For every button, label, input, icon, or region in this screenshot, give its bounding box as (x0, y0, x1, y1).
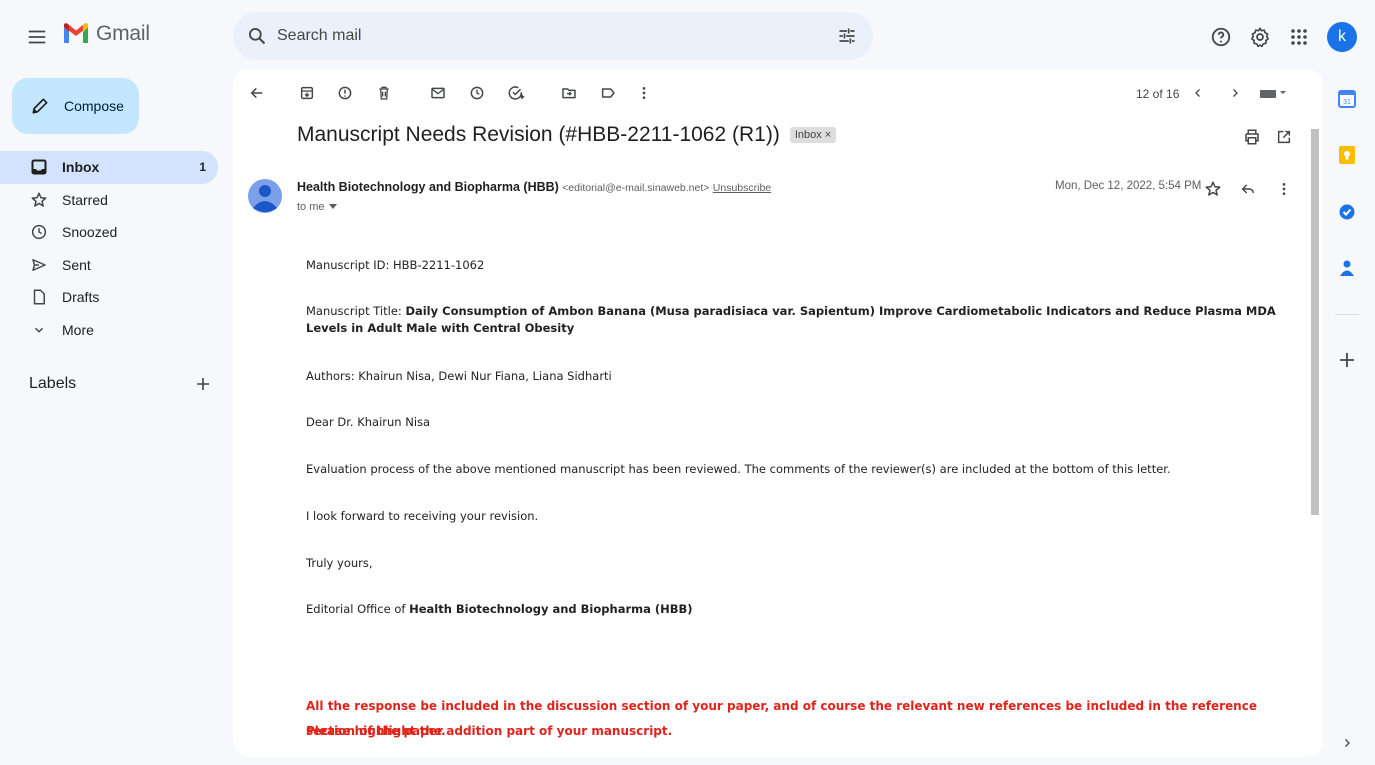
report-spam-icon[interactable] (333, 81, 357, 105)
contacts-icon[interactable] (1337, 258, 1357, 278)
sidebar-nav: Inbox 1 Starred Snoozed Sent Drafts More (0, 151, 218, 346)
recipients-toggle[interactable]: to me (297, 201, 337, 213)
sender-email: <editorial@e-mail.sinaweb.net> (562, 182, 710, 194)
sidebar-item-label: Snoozed (62, 224, 118, 241)
sidebar-item-more[interactable]: More (0, 314, 218, 347)
body-forward: I look forward to receiving your revisio… (306, 509, 539, 523)
tasks-icon[interactable] (1337, 202, 1357, 222)
sidebar-item-label: More (62, 321, 94, 338)
search-icon[interactable] (247, 26, 267, 46)
unsubscribe-link[interactable]: Unsubscribe (713, 182, 771, 194)
labels-title: Labels (29, 375, 77, 392)
body-closing: Truly yours, (306, 556, 373, 570)
search-bar[interactable]: Search mail (233, 12, 873, 60)
label-tag-icon[interactable] (596, 81, 620, 105)
title-prefix: Manuscript Title: (306, 304, 406, 318)
older-chevron-right-icon[interactable] (1223, 81, 1247, 105)
compose-label: Compose (64, 98, 124, 114)
star-icon (30, 191, 48, 209)
mark-unread-icon[interactable] (426, 81, 450, 105)
sidebar-item-label: Sent (62, 256, 91, 273)
app-name: Gmail (96, 22, 150, 45)
sidebar-item-label: Starred (62, 191, 108, 208)
labels-header: Labels (29, 375, 211, 393)
snooze-clock-icon[interactable] (465, 81, 489, 105)
sidebar-item-starred[interactable]: Starred (0, 184, 218, 217)
sender-avatar[interactable] (247, 176, 282, 216)
search-input[interactable]: Search mail (277, 27, 837, 45)
signature-org: Health Biotechnology and Biopharma (HBB) (409, 602, 693, 616)
sidebar-item-sent[interactable]: Sent (0, 249, 218, 282)
body-authors: Authors: Khairun Nisa, Dewi Nur Fiana, L… (306, 369, 612, 383)
add-to-tasks-icon[interactable] (504, 81, 528, 105)
recipient-text: to me (297, 201, 325, 213)
body-manuscript-title: Manuscript Title: Daily Consumption of A… (306, 303, 1276, 337)
message-toolbar: 12 of 16 (233, 81, 1323, 107)
input-tools-keyboard-icon[interactable] (1256, 81, 1290, 105)
sidebar-item-label: Drafts (62, 289, 100, 306)
clock-icon (30, 223, 48, 241)
send-icon (30, 256, 48, 274)
sidebar-item-snoozed[interactable]: Snoozed (0, 216, 218, 249)
calendar-icon[interactable]: 31 (1337, 89, 1357, 109)
account-avatar[interactable]: k (1327, 22, 1357, 52)
sidebar-item-inbox[interactable]: Inbox 1 (0, 151, 218, 184)
signature-prefix: Editorial Office of (306, 602, 410, 616)
archive-icon[interactable] (295, 81, 319, 105)
show-side-panel-chevron-icon[interactable] (1337, 733, 1357, 753)
search-options-icon[interactable] (837, 26, 857, 46)
sender-line: Health Biotechnology and Biopharma (HBB)… (297, 180, 771, 194)
badge-label: Inbox (794, 129, 822, 141)
pagination-count: 12 of 16 (1136, 87, 1180, 101)
inbox-label-badge[interactable]: Inbox × (789, 127, 837, 143)
add-label-plus-icon[interactable] (195, 376, 211, 392)
email-subject: Manuscript Needs Revision (#HBB-2211-106… (297, 123, 837, 147)
help-icon[interactable] (1209, 25, 1233, 49)
apps-grid-icon[interactable] (1287, 25, 1311, 49)
sidebar-item-label: Inbox (62, 159, 100, 176)
back-arrow-icon[interactable] (245, 81, 269, 105)
newer-chevron-left-icon[interactable] (1186, 81, 1210, 105)
compose-button[interactable]: Compose (12, 78, 139, 134)
inbox-unread-count: 1 (199, 160, 206, 175)
body-evaluation: Evaluation process of the above mentione… (306, 462, 1171, 476)
open-new-window-icon[interactable] (1272, 125, 1296, 149)
main-menu-icon[interactable] (26, 26, 48, 48)
caret-down-icon (328, 204, 337, 210)
pencil-icon (30, 96, 50, 116)
message-scrollbar[interactable] (1311, 129, 1319, 515)
subject-text: Manuscript Needs Revision (#HBB-2211-106… (297, 123, 780, 146)
body-greeting: Dear Dr. Khairun Nisa (306, 415, 431, 429)
star-email-icon[interactable] (1201, 177, 1225, 201)
sender-name[interactable]: Health Biotechnology and Biopharma (HBB) (297, 180, 559, 194)
title-text: Daily Consumption of Ambon Banana (Musa … (306, 304, 1276, 335)
print-icon[interactable] (1240, 125, 1264, 149)
gmail-logo[interactable]: Gmail (62, 22, 150, 46)
keep-notes-icon[interactable] (1337, 145, 1357, 165)
svg-text:31: 31 (1343, 99, 1351, 106)
message-more-options-icon[interactable] (1272, 177, 1296, 201)
get-addons-plus-icon[interactable] (1337, 350, 1357, 370)
rail-divider (1335, 314, 1359, 315)
reply-arrow-icon[interactable] (1236, 177, 1260, 201)
inbox-icon (30, 158, 48, 176)
email-date: Mon, Dec 12, 2022, 5:54 PM (1055, 180, 1202, 192)
body-signature: Editorial Office of Health Biotechnology… (306, 601, 1276, 618)
move-to-folder-icon[interactable] (557, 81, 581, 105)
body-manuscript-id: Manuscript ID: HBB-2211-1062 (306, 258, 485, 272)
draft-icon (30, 288, 48, 306)
chevron-down-icon (30, 321, 48, 339)
settings-gear-icon[interactable] (1248, 25, 1272, 49)
remove-label-close-icon[interactable]: × (825, 129, 831, 141)
delete-trash-icon[interactable] (372, 81, 396, 105)
body-red-note-2: Please highlight the addition part of yo… (306, 724, 673, 738)
sidebar-item-drafts[interactable]: Drafts (0, 281, 218, 314)
more-options-vertical-icon[interactable] (632, 81, 656, 105)
gmail-m-icon (62, 23, 90, 45)
message-panel: 12 of 16 Manuscript Needs Revision (#HBB… (233, 69, 1323, 757)
